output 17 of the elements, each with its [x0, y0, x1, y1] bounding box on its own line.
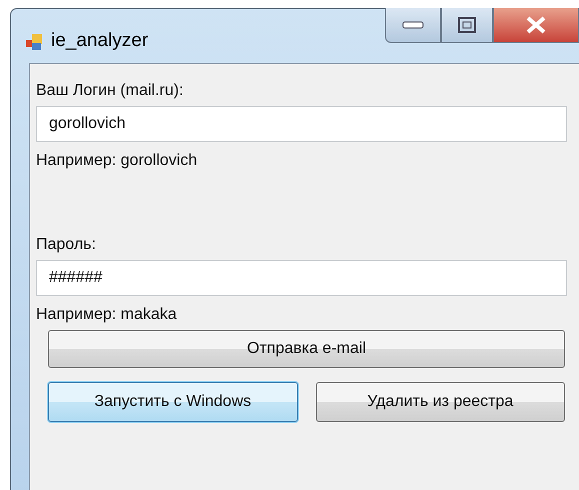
- maximize-icon: [458, 17, 476, 33]
- field-label: Ваш Логин (mail.ru):: [36, 82, 184, 100]
- input-field[interactable]: gorollovich: [36, 106, 567, 142]
- hint-text: Например: makaka: [36, 306, 178, 324]
- close-button[interactable]: [493, 8, 579, 43]
- minimize-icon: [402, 20, 424, 30]
- hint-text: Например: gorollovich: [36, 152, 198, 170]
- action-button[interactable]: Запустить с Windows: [48, 382, 298, 422]
- app-icon: [25, 33, 43, 51]
- action-button[interactable]: Удалить из реестра: [316, 382, 565, 422]
- send-email-button[interactable]: Отправка e-mail: [48, 330, 565, 368]
- field-label: Пароль:: [36, 236, 97, 254]
- maximize-button[interactable]: [441, 8, 493, 43]
- input-field[interactable]: ######: [36, 260, 567, 296]
- close-icon: [525, 16, 547, 34]
- window-title: ie_analyzer: [51, 30, 148, 52]
- minimize-button[interactable]: [385, 8, 441, 43]
